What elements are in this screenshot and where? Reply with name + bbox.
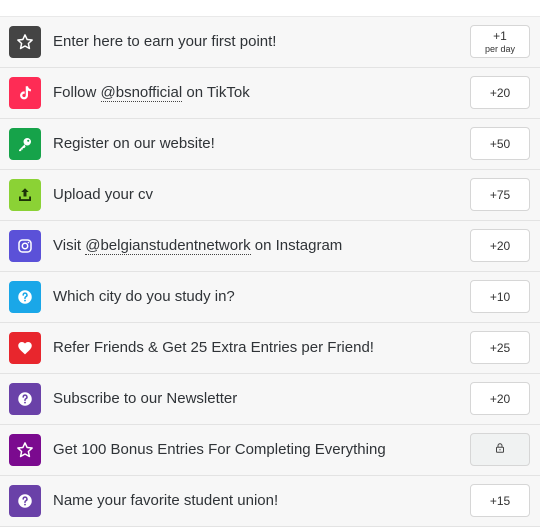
- entry-label: Follow @bsnofficial on TikTok: [53, 68, 250, 118]
- entry-label: Upload your cv: [53, 186, 154, 203]
- points-frequency: per day: [484, 44, 516, 54]
- instagram-handle-link[interactable]: @belgianstudentnetwork: [85, 238, 251, 255]
- points-badge[interactable]: +10: [470, 280, 530, 313]
- points-value: +15: [489, 493, 511, 508]
- entry-label: Get 100 Bonus Entries For Completing Eve…: [53, 441, 386, 458]
- entry-label: Refer Friends & Get 25 Extra Entries per…: [53, 339, 374, 356]
- points-value: +25: [489, 340, 511, 355]
- points-badge[interactable]: +15: [470, 484, 530, 517]
- question-icon: [9, 383, 41, 415]
- points-value: +50: [489, 136, 511, 151]
- star-icon: [9, 26, 41, 58]
- locked-badge: [470, 433, 530, 466]
- entry-row[interactable]: Upload your cv +75: [0, 170, 540, 221]
- label-text: Visit: [53, 237, 86, 254]
- points-badge[interactable]: +1 per day: [470, 25, 530, 58]
- label-text: on Instagram: [250, 237, 343, 254]
- points-value: +20: [489, 238, 511, 253]
- entry-list: Enter here to earn your first point! +1 …: [0, 16, 540, 527]
- points-badge[interactable]: +20: [470, 382, 530, 415]
- points-value: +20: [489, 391, 511, 406]
- entry-row[interactable]: Enter here to earn your first point! +1 …: [0, 17, 540, 68]
- entry-label: Name your favorite student union!: [53, 492, 279, 509]
- points-value: +20: [489, 85, 511, 100]
- entry-row[interactable]: Register on our website! +50: [0, 119, 540, 170]
- entry-row[interactable]: Name your favorite student union! +15: [0, 476, 540, 527]
- heart-icon: [9, 332, 41, 364]
- lock-icon: [494, 442, 506, 457]
- entry-row[interactable]: Which city do you study in? +10: [0, 272, 540, 323]
- points-value: +10: [489, 289, 511, 304]
- entry-label: Visit @belgianstudentnetwork on Instagra…: [53, 221, 342, 271]
- points-value: +1: [493, 29, 507, 43]
- entry-label: Enter here to earn your first point!: [53, 33, 277, 50]
- tiktok-handle-link[interactable]: @bsnofficial: [100, 85, 183, 102]
- tiktok-icon: [9, 77, 41, 109]
- points-badge[interactable]: +75: [470, 178, 530, 211]
- entry-row[interactable]: Get 100 Bonus Entries For Completing Eve…: [0, 425, 540, 476]
- points-badge[interactable]: +50: [470, 127, 530, 160]
- entry-label: Which city do you study in?: [53, 288, 235, 305]
- upload-icon: [9, 179, 41, 211]
- label-text: on TikTok: [182, 84, 250, 101]
- key-icon: [9, 128, 41, 160]
- points-badge[interactable]: +20: [470, 229, 530, 262]
- points-value: +75: [489, 187, 511, 202]
- entry-label: Subscribe to our Newsletter: [53, 390, 238, 407]
- instagram-icon: [9, 230, 41, 262]
- label-text: Follow: [53, 84, 101, 101]
- entry-row[interactable]: Follow @bsnofficial on TikTok +20: [0, 68, 540, 119]
- question-icon: [9, 485, 41, 517]
- star-icon: [9, 434, 41, 466]
- entry-row[interactable]: Refer Friends & Get 25 Extra Entries per…: [0, 323, 540, 374]
- points-badge[interactable]: +20: [470, 76, 530, 109]
- entry-label: Register on our website!: [53, 135, 215, 152]
- entry-row[interactable]: Subscribe to our Newsletter +20: [0, 374, 540, 425]
- entry-row[interactable]: Visit @belgianstudentnetwork on Instagra…: [0, 221, 540, 272]
- points-badge[interactable]: +25: [470, 331, 530, 364]
- question-icon: [9, 281, 41, 313]
